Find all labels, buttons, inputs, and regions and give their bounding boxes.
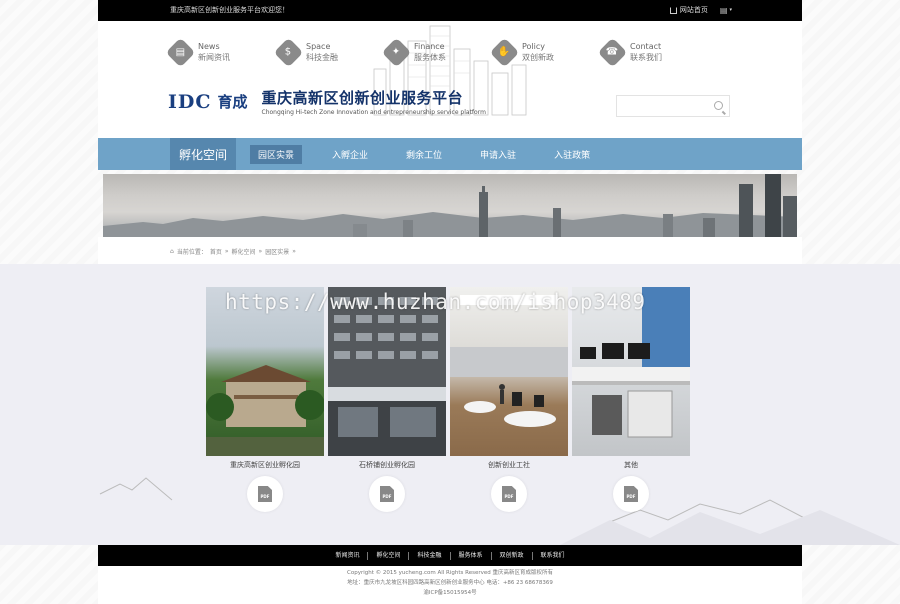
gallery-caption: 其他	[624, 461, 638, 469]
address-text: 地址：重庆市九龙坡区科园四路高新区创新创业服务中心 电话：+86 23 6867…	[347, 580, 553, 586]
search-input[interactable]	[617, 99, 709, 120]
gallery-card[interactable]: 石桥铺创业孵化园 PDF	[328, 287, 446, 512]
breadcrumb-current[interactable]: 园区实景	[265, 247, 289, 256]
breadcrumb-section[interactable]: 孵化空间	[232, 247, 256, 256]
footer-link-service[interactable]: 服务体系	[451, 551, 492, 560]
gallery-card[interactable]: 其他 PDF	[572, 287, 690, 512]
breadcrumb-separator: »	[292, 248, 296, 255]
quick-link-en: Contact	[630, 42, 662, 51]
location-pin-icon: ⌂	[170, 248, 174, 255]
quick-link-zh: 服务体系	[414, 53, 446, 62]
phone-icon: ☎	[597, 37, 628, 67]
icp-text: 渝ICP备15015954号	[423, 590, 477, 596]
quick-link-zh: 科技金融	[306, 53, 338, 62]
footer-link-incubation[interactable]: 孵化空间	[368, 551, 410, 560]
pdf-label: PDF	[626, 494, 636, 499]
breadcrumb-separator: »	[224, 248, 229, 255]
footer-link-policy[interactable]: 双创新政	[492, 551, 533, 560]
nav-item-incubated-companies[interactable]: 入孵企业	[324, 145, 376, 164]
welcome-text: 重庆高新区创新创业服务平台欢迎您！	[170, 6, 289, 14]
nav-section-title: 孵化空间	[170, 138, 236, 170]
gallery: 重庆高新区创业孵化园 PDF 石桥铺创业孵化园 PDF 创新创业工社 PDF 其…	[206, 287, 690, 512]
footer-info: Copyright © 2015 yucheng.com All Rights …	[98, 566, 802, 604]
breadcrumb-separator: »	[258, 248, 263, 255]
breadcrumb-prefix: 当前位置：	[176, 249, 207, 256]
pdf-icon: PDF	[624, 486, 638, 502]
city-banner	[103, 174, 797, 237]
nav-item-park-scene[interactable]: 园区实景	[250, 144, 303, 164]
pdf-download-button[interactable]: PDF	[613, 476, 649, 512]
pdf-download-button[interactable]: PDF	[491, 476, 527, 512]
top-bar: 重庆高新区创新创业服务平台欢迎您！ 网站首页 ▤ ▾	[98, 0, 802, 21]
home-label: 网站首页	[679, 6, 708, 14]
lightbulb-icon: ✦	[381, 37, 412, 67]
quick-link-finance[interactable]: ✦ Finance 服务体系	[381, 37, 446, 67]
logo-idc-zh: 育成	[217, 93, 248, 111]
nav-item-remaining-stations[interactable]: 剩余工位	[398, 145, 450, 164]
site-logo[interactable]: IDC 育成 重庆高新区创新创业服务平台 Chongqing Hi-tech Z…	[168, 87, 486, 116]
language-icon: ▤	[719, 5, 728, 15]
site-subtitle: Chongqing Hi-tech Zone Innovation and en…	[261, 109, 486, 116]
pdf-label: PDF	[504, 494, 514, 499]
quick-link-en: Policy	[522, 42, 546, 51]
search-icon[interactable]	[714, 101, 723, 110]
gallery-caption: 石桥铺创业孵化园	[359, 461, 415, 469]
handshake-icon: ✋	[489, 37, 520, 67]
footer-nav: 新闻资讯 孵化空间 科技金融 服务体系 双创新政 联系我们	[98, 545, 802, 566]
quick-link-zh: 联系我们	[630, 53, 662, 62]
search-box	[616, 95, 730, 120]
header: ▤ News 新闻资讯 $ Space 科技金融 ✦ Finance 服务体系 ✋ P…	[98, 21, 802, 138]
quick-link-policy[interactable]: ✋ Policy 双创新政	[489, 37, 554, 67]
footer-link-finance[interactable]: 科技金融	[409, 551, 451, 560]
gallery-card[interactable]: 重庆高新区创业孵化园 PDF	[206, 287, 324, 512]
newspaper-icon: ▤	[165, 37, 196, 67]
money-bag-icon: $	[273, 37, 304, 67]
gallery-caption: 重庆高新区创业孵化园	[230, 461, 300, 469]
breadcrumb: ⌂ 当前位置： 首页 » 孵化空间 » 园区实景 »	[170, 247, 296, 256]
pdf-label: PDF	[382, 494, 392, 499]
pdf-label: PDF	[260, 494, 270, 499]
home-link[interactable]: 网站首页	[669, 5, 708, 15]
pdf-download-button[interactable]: PDF	[247, 476, 283, 512]
pdf-download-button[interactable]: PDF	[369, 476, 405, 512]
pdf-icon: PDF	[380, 486, 394, 502]
footer-link-news[interactable]: 新闻资讯	[327, 551, 369, 560]
language-dropdown[interactable]: ▤ ▾	[720, 6, 732, 15]
quick-link-news[interactable]: ▤ News 新闻资讯	[165, 37, 230, 67]
gallery-caption: 创新创业工社	[488, 461, 530, 469]
quick-link-zh: 双创新政	[522, 53, 554, 62]
home-icon	[669, 6, 677, 14]
breadcrumb-home[interactable]: 首页	[210, 247, 222, 256]
topbar-right: 网站首页 ▤ ▾	[669, 5, 732, 15]
footer-link-contact[interactable]: 联系我们	[533, 552, 573, 560]
site-title: 重庆高新区创新创业服务平台	[261, 89, 464, 107]
quick-link-en: Finance	[414, 42, 445, 51]
quick-link-en: News	[198, 42, 220, 51]
chevron-down-icon: ▾	[729, 7, 732, 13]
watermark-text: https://www.huzhan.com/ishop3489	[225, 290, 646, 314]
quick-link-en: Space	[306, 42, 331, 51]
nav-item-apply[interactable]: 申请入驻	[472, 145, 524, 164]
logo-idc: IDC	[168, 90, 212, 113]
quick-link-zh: 新闻资讯	[198, 53, 230, 62]
main-nav: 孵化空间 园区实景 入孵企业 剩余工位 申请入驻 入驻政策	[98, 138, 802, 170]
quick-link-space[interactable]: $ Space 科技金融	[273, 37, 338, 67]
pdf-icon: PDF	[502, 486, 516, 502]
quick-link-contact[interactable]: ☎ Contact 联系我们	[597, 37, 662, 67]
copyright-text: Copyright © 2015 yucheng.com All Rights …	[347, 570, 553, 576]
gallery-card[interactable]: 创新创业工社 PDF	[450, 287, 568, 512]
nav-item-policy[interactable]: 入驻政策	[546, 145, 598, 164]
pdf-icon: PDF	[258, 486, 272, 502]
